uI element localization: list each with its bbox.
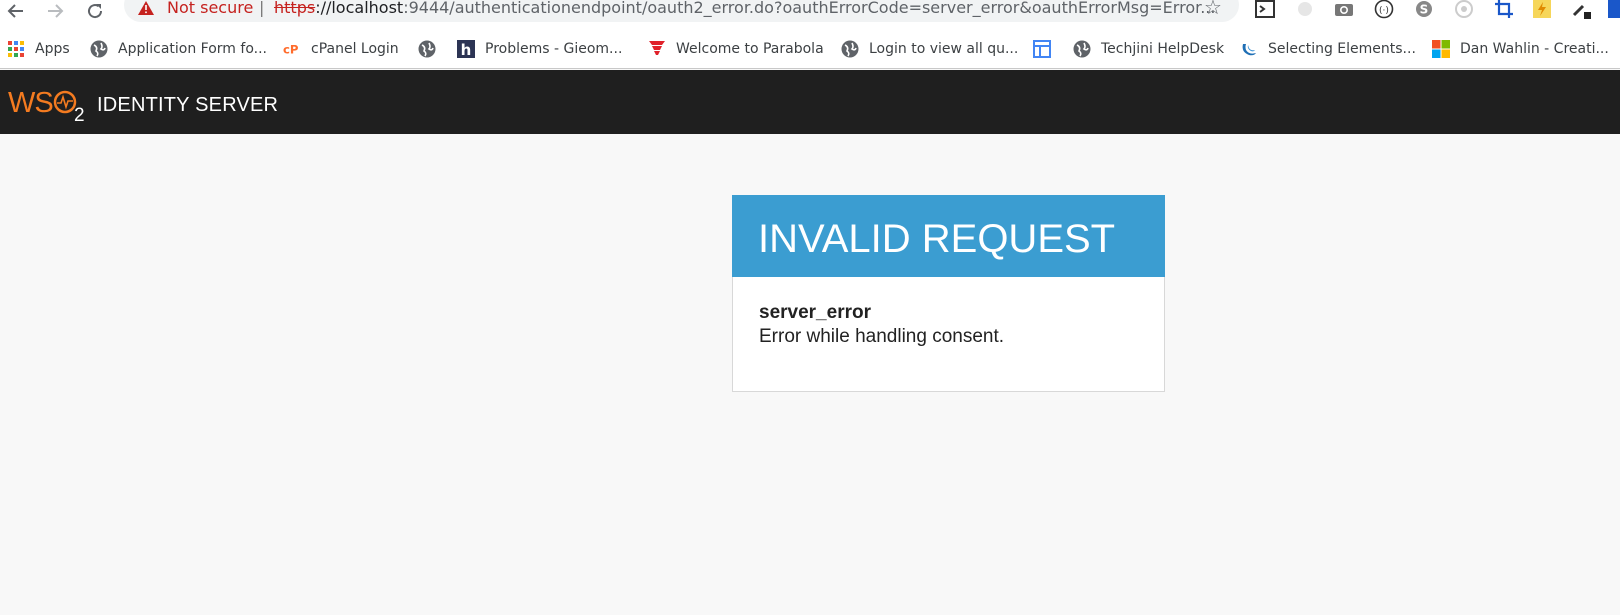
microsoft-icon xyxy=(1432,40,1450,58)
error-message: Error while handling consent. xyxy=(759,326,1005,347)
error-title: INVALID REQUEST xyxy=(758,217,1116,261)
skype-icon[interactable]: S xyxy=(1413,0,1435,20)
bookmark-label: Dan Wahlin - Creati... xyxy=(1460,41,1609,57)
bookmark-label: Apps xyxy=(35,41,70,57)
bookmark-login-view[interactable]: Login to view all qu... xyxy=(841,39,1018,59)
bookmark-selecting-elements[interactable]: Selecting Elements... xyxy=(1240,39,1416,59)
address-bar[interactable]: Not secure | https://localhost:9444/auth… xyxy=(124,0,1239,22)
extension-tool-icon[interactable] xyxy=(1571,0,1593,20)
extension-target-icon[interactable] xyxy=(1453,0,1475,20)
forward-button[interactable] xyxy=(43,0,67,22)
apps-grid-icon xyxy=(7,40,25,58)
hackerrank-icon: h xyxy=(457,40,475,58)
bookmark-label: Selecting Elements... xyxy=(1268,41,1416,57)
globe-icon xyxy=(90,40,108,58)
reload-button[interactable] xyxy=(83,0,107,22)
app-header: WS 2 IDENTITY SERVER xyxy=(0,70,1620,134)
bookmark-label: Application Form fo... xyxy=(118,41,267,57)
security-separator: | xyxy=(259,0,265,17)
globe-icon xyxy=(841,40,859,58)
bookmark-label: Login to view all qu... xyxy=(869,41,1019,57)
error-card-header: INVALID REQUEST xyxy=(732,195,1165,277)
error-code: server_error xyxy=(759,302,871,323)
bookmark-globe-unnamed[interactable] xyxy=(418,39,446,59)
bookmark-dan-wahlin[interactable]: Dan Wahlin - Creati... xyxy=(1432,39,1609,59)
bookmark-application-form[interactable]: Application Form fo... xyxy=(90,39,267,59)
security-status[interactable]: Not secure xyxy=(167,0,253,17)
tornado-icon xyxy=(648,40,666,58)
bookmark-apps[interactable]: Apps xyxy=(7,39,70,59)
extension-bolt-icon[interactable] xyxy=(1531,0,1553,20)
back-button[interactable] xyxy=(4,0,28,22)
svg-text:h: h xyxy=(461,41,472,58)
extension-code-icon[interactable]: (·) xyxy=(1373,0,1395,20)
url-text[interactable]: https://localhost:9444/authenticationend… xyxy=(274,0,1215,17)
reload-icon xyxy=(88,4,103,19)
crop-icon[interactable] xyxy=(1493,0,1515,20)
bookmark-label: Welcome to Parabola xyxy=(676,41,824,57)
globe-icon xyxy=(1073,40,1091,58)
globe-icon xyxy=(418,40,436,58)
bookmark-label: Problems - Gieom... xyxy=(485,41,623,57)
browser-toolbar: Not secure | https://localhost:9444/auth… xyxy=(0,0,1620,30)
url-host: ://localhost xyxy=(315,0,404,17)
extension-terminal-icon[interactable] xyxy=(1254,0,1276,20)
jquery-icon xyxy=(1240,40,1258,58)
bookmark-parabola[interactable]: Welcome to Parabola xyxy=(648,39,824,59)
app-title: IDENTITY SERVER xyxy=(97,94,279,116)
url-path: :9444/authenticationendpoint/oauth2_erro… xyxy=(403,0,1216,17)
bookmark-cpanel-login[interactable]: cP cPanel Login xyxy=(283,39,399,59)
profile-avatar[interactable] xyxy=(1608,0,1620,18)
error-card: INVALID REQUEST server_error Error while… xyxy=(732,195,1165,392)
layout-icon xyxy=(1033,40,1051,58)
svg-text:(·): (·) xyxy=(1379,6,1389,16)
bookmark-star-icon[interactable]: ☆ xyxy=(1204,0,1222,18)
forward-arrow-icon xyxy=(48,4,64,18)
warning-triangle-icon xyxy=(138,1,154,15)
bookmark-label: cPanel Login xyxy=(311,41,399,57)
svg-text:S: S xyxy=(1420,3,1429,17)
svg-text:cP: cP xyxy=(283,43,299,57)
url-scheme: https xyxy=(274,0,316,17)
bookmark-techjini-helpdesk[interactable]: Techjini HelpDesk xyxy=(1073,39,1224,59)
bookmark-label: Techjini HelpDesk xyxy=(1101,41,1225,57)
back-arrow-icon xyxy=(7,4,23,18)
svg-text:WS: WS xyxy=(8,87,53,119)
extension-faded-icon[interactable] xyxy=(1294,0,1316,20)
camera-icon[interactable] xyxy=(1333,0,1355,20)
bookmarks-bar: Apps Application Form fo... cP cPanel Lo… xyxy=(0,30,1620,69)
bookmark-problems-gieom[interactable]: h Problems - Gieom... xyxy=(457,39,622,59)
bookmark-layout-unnamed[interactable] xyxy=(1033,39,1061,59)
wso2-logo: WS 2 xyxy=(8,87,85,122)
cpanel-icon: cP xyxy=(283,40,301,58)
svg-text:2: 2 xyxy=(74,105,85,122)
